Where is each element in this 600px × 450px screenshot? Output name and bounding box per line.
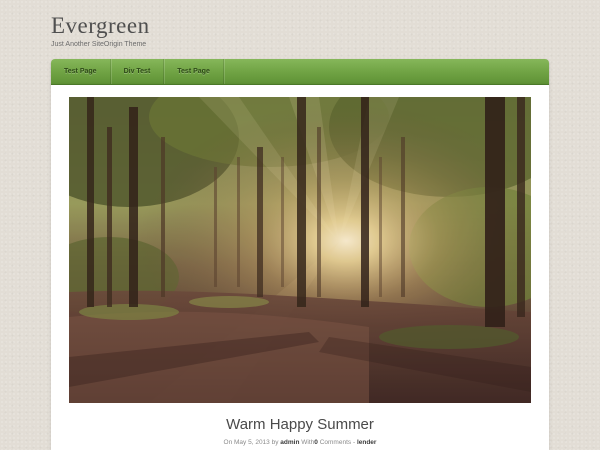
site-header: Evergreen Just Another SiteOrigin Theme (51, 12, 150, 49)
category-link[interactable]: lender (357, 439, 377, 446)
meta-separator: - (352, 439, 356, 446)
author-link[interactable]: admin (280, 439, 299, 446)
post-title[interactable]: Warm Happy Summer (51, 416, 549, 434)
featured-image[interactable] (69, 97, 531, 403)
meta-by: by (271, 439, 279, 446)
post-meta: On May 5, 2013 by admin With0 Comments -… (51, 438, 549, 447)
site-tagline: Just Another SiteOrigin Theme (51, 41, 147, 48)
nav-item-test-page-2[interactable]: Test Page (164, 59, 224, 84)
site-title[interactable]: Evergreen (51, 12, 150, 40)
nav-item-test-page[interactable]: Test Page (51, 59, 111, 84)
comment-count-link[interactable]: 0 (314, 439, 318, 446)
meta-comments-word: Comments (319, 439, 352, 446)
post-date: May 5, 2013 (234, 439, 270, 446)
nav-item-div-test[interactable]: Div Test (111, 59, 165, 84)
meta-with: With (301, 439, 315, 446)
content-area: Warm Happy Summer On May 5, 2013 by admi… (51, 85, 549, 450)
meta-prefix: On (223, 439, 233, 446)
forest-illustration (69, 97, 531, 403)
main-navigation: Test Page Div Test Test Page (51, 59, 549, 85)
